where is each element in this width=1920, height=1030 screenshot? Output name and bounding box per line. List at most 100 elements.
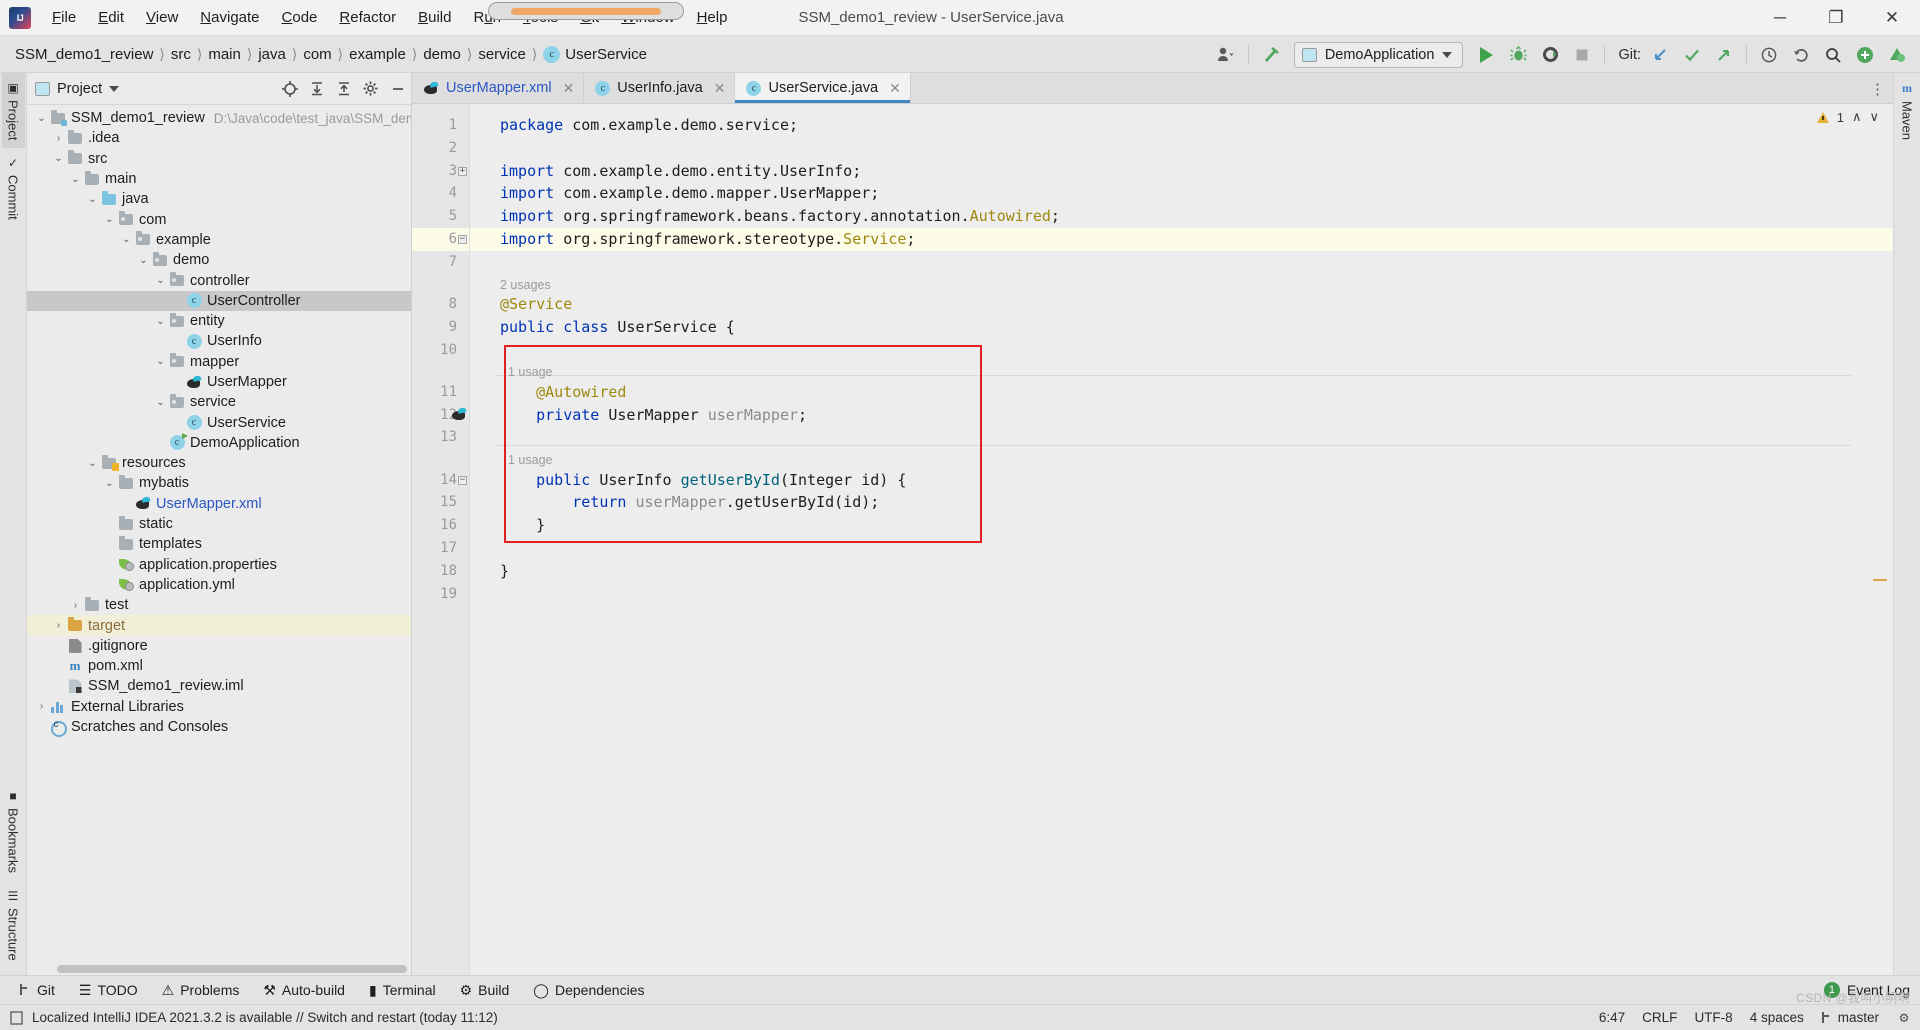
chevron-down-icon[interactable]: ⌄ xyxy=(51,153,66,164)
tree-row[interactable]: › test xyxy=(27,595,411,615)
code-line[interactable]: private UserMapper userMapper; xyxy=(500,404,807,427)
tree-row[interactable]: c UserController xyxy=(27,290,411,311)
code-editor[interactable]: 1 2 3 4 5 6 7 8 9 10 11 12 13 14 15 16 17 18 19 + − − 2 usage… xyxy=(412,104,1893,975)
bottom-tab-auto-build[interactable]: ⚒ Auto-build xyxy=(252,978,356,1003)
tree-row[interactable]: static xyxy=(27,514,411,534)
chevron-right-icon[interactable]: › xyxy=(51,133,66,144)
close-icon[interactable]: ✕ xyxy=(563,80,575,97)
menu-view[interactable]: View xyxy=(135,6,189,29)
tree-row[interactable]: c UserInfo xyxy=(27,331,411,351)
code-line[interactable]: } xyxy=(500,514,545,537)
collapse-all-icon[interactable] xyxy=(330,75,357,103)
tree-horizontal-scrollbar[interactable] xyxy=(57,965,411,973)
chevron-down-icon[interactable]: ⌄ xyxy=(85,458,100,469)
editor-gutter[interactable]: 1 2 3 4 5 6 7 8 9 10 11 12 13 14 15 16 17 18 19 + − − xyxy=(412,104,470,975)
chevron-up-icon[interactable]: ∧ xyxy=(1852,109,1862,125)
line-number[interactable]: 4 xyxy=(449,182,457,205)
stop-icon[interactable] xyxy=(1567,40,1597,70)
tree-row[interactable]: ⌄ example xyxy=(27,230,411,250)
tree-row[interactable]: ⌄ mybatis xyxy=(27,473,411,493)
chevron-down-icon[interactable]: ⌄ xyxy=(34,113,49,124)
code-line[interactable]: import org.springframework.beans.factory… xyxy=(500,205,1060,228)
menu-build[interactable]: Build xyxy=(407,6,462,29)
breadcrumb-item-service[interactable]: service xyxy=(473,44,531,65)
chevron-down-icon[interactable]: ⌄ xyxy=(136,255,151,266)
line-number[interactable]: 13 xyxy=(440,426,457,449)
ide-and-project-settings-icon[interactable] xyxy=(1882,40,1912,70)
code-line[interactable]: } xyxy=(500,560,509,583)
chevron-down-icon[interactable]: ∨ xyxy=(1869,109,1879,125)
select-opened-file-icon[interactable] xyxy=(276,75,303,103)
sidebar-tab-structure[interactable]: ☰ Structure xyxy=(2,881,25,969)
line-number[interactable]: 5 xyxy=(449,205,457,228)
sidebar-tab-commit[interactable]: ✓ Commit xyxy=(2,148,25,228)
breadcrumb-item-demo[interactable]: demo xyxy=(418,44,466,65)
tree-row[interactable]: c UserService xyxy=(27,412,411,432)
menu-navigate[interactable]: Navigate xyxy=(189,6,270,29)
build-hammer-icon[interactable] xyxy=(1256,40,1286,70)
caret-position[interactable]: 6:47 xyxy=(1599,1010,1625,1025)
tree-row[interactable]: m pom.xml xyxy=(27,656,411,676)
line-number[interactable]: 16 xyxy=(440,514,457,537)
git-update-icon[interactable] xyxy=(1645,40,1675,70)
line-number[interactable]: 9 xyxy=(449,316,457,339)
run-configuration-selector[interactable]: DemoApplication xyxy=(1293,41,1464,68)
breadcrumb-item-class[interactable]: c UserService xyxy=(538,44,652,65)
tree-row[interactable]: ⌄ java xyxy=(27,189,411,209)
line-number[interactable]: 18 xyxy=(440,560,457,583)
run-with-coverage-icon[interactable] xyxy=(1535,40,1565,70)
tree-row[interactable]: ⌄ src xyxy=(27,149,411,169)
tree-row[interactable]: ⌄ demo xyxy=(27,250,411,270)
code-folding-marker[interactable]: + xyxy=(458,166,467,176)
plugin-update-icon[interactable] xyxy=(1850,40,1880,70)
tree-row[interactable]: .gitignore xyxy=(27,636,411,656)
search-everywhere-icon[interactable] xyxy=(1818,40,1848,70)
menu-help[interactable]: Help xyxy=(686,6,739,29)
code-folding-marker[interactable]: − xyxy=(458,235,467,244)
code-line[interactable]: @Service xyxy=(500,293,572,316)
git-push-icon[interactable] xyxy=(1709,40,1739,70)
code-line[interactable]: return userMapper.getUserById(id); xyxy=(500,491,879,514)
menu-code[interactable]: Code xyxy=(271,6,329,29)
chevron-down-icon[interactable]: ⌄ xyxy=(85,194,100,205)
tree-row[interactable]: ⌄ SSM_demo1_review D:\Java\code\test_java\… xyxy=(27,108,411,128)
menu-file[interactable]: File xyxy=(41,6,87,29)
tree-row[interactable]: › .idea xyxy=(27,128,411,148)
profile-icon[interactable] xyxy=(1211,40,1241,70)
rollback-icon[interactable] xyxy=(1786,40,1816,70)
tree-row[interactable]: ⌄ resources xyxy=(27,453,411,473)
editor-tab-usermapper-xml[interactable]: UserMapper.xml ✕ xyxy=(412,73,585,103)
editor-tabs-menu-icon[interactable]: ⋮ xyxy=(1870,73,1885,104)
line-number[interactable]: 6 xyxy=(449,228,457,251)
line-number[interactable]: 19 xyxy=(440,583,457,606)
tree-row[interactable]: templates xyxy=(27,534,411,554)
tree-row[interactable]: ⌄ main xyxy=(27,169,411,189)
line-number[interactable]: 17 xyxy=(440,537,457,560)
chevron-down-icon[interactable]: ⌄ xyxy=(102,478,117,489)
project-view-selector[interactable]: Project xyxy=(35,81,120,97)
hide-panel-icon[interactable] xyxy=(384,75,411,103)
run-icon[interactable] xyxy=(1471,40,1501,70)
settings-gear-icon[interactable] xyxy=(357,75,384,103)
tree-row[interactable]: ⌄ controller xyxy=(27,270,411,290)
line-number[interactable]: 8 xyxy=(449,293,457,316)
sidebar-tab-project[interactable]: ▣ Project xyxy=(1,73,25,149)
bottom-tab-todo[interactable]: ☰ TODO xyxy=(68,978,149,1003)
chevron-down-icon[interactable]: ⌄ xyxy=(119,234,134,245)
code-line[interactable]: public UserInfo getUserById(Integer id) … xyxy=(500,469,906,492)
chevron-down-icon[interactable]: ⌄ xyxy=(153,275,168,286)
line-number[interactable]: 7 xyxy=(449,251,457,274)
line-separator[interactable]: CRLF xyxy=(1642,1010,1677,1025)
breadcrumb-item-project[interactable]: SSM_demo1_review xyxy=(10,44,158,65)
breadcrumb-item-src[interactable]: src xyxy=(166,44,196,65)
tree-row[interactable]: ⌄ service xyxy=(27,392,411,412)
recent-files-icon[interactable] xyxy=(1754,40,1784,70)
code-line[interactable]: import org.springframework.stereotype.Se… xyxy=(500,228,915,251)
bottom-tab-problems[interactable]: ⚠ Problems xyxy=(151,978,251,1003)
editor-tab-userservice-java[interactable]: c UserService.java ✕ xyxy=(735,73,911,103)
tree-row[interactable]: UserMapper xyxy=(27,372,411,392)
tree-row[interactable]: c DemoApplication xyxy=(27,433,411,453)
chevron-down-icon[interactable]: ⌄ xyxy=(153,356,168,367)
tree-row[interactable]: Scratches and Consoles xyxy=(27,717,411,738)
inspections-widget[interactable]: 1 ∧ ∨ xyxy=(1816,109,1879,125)
